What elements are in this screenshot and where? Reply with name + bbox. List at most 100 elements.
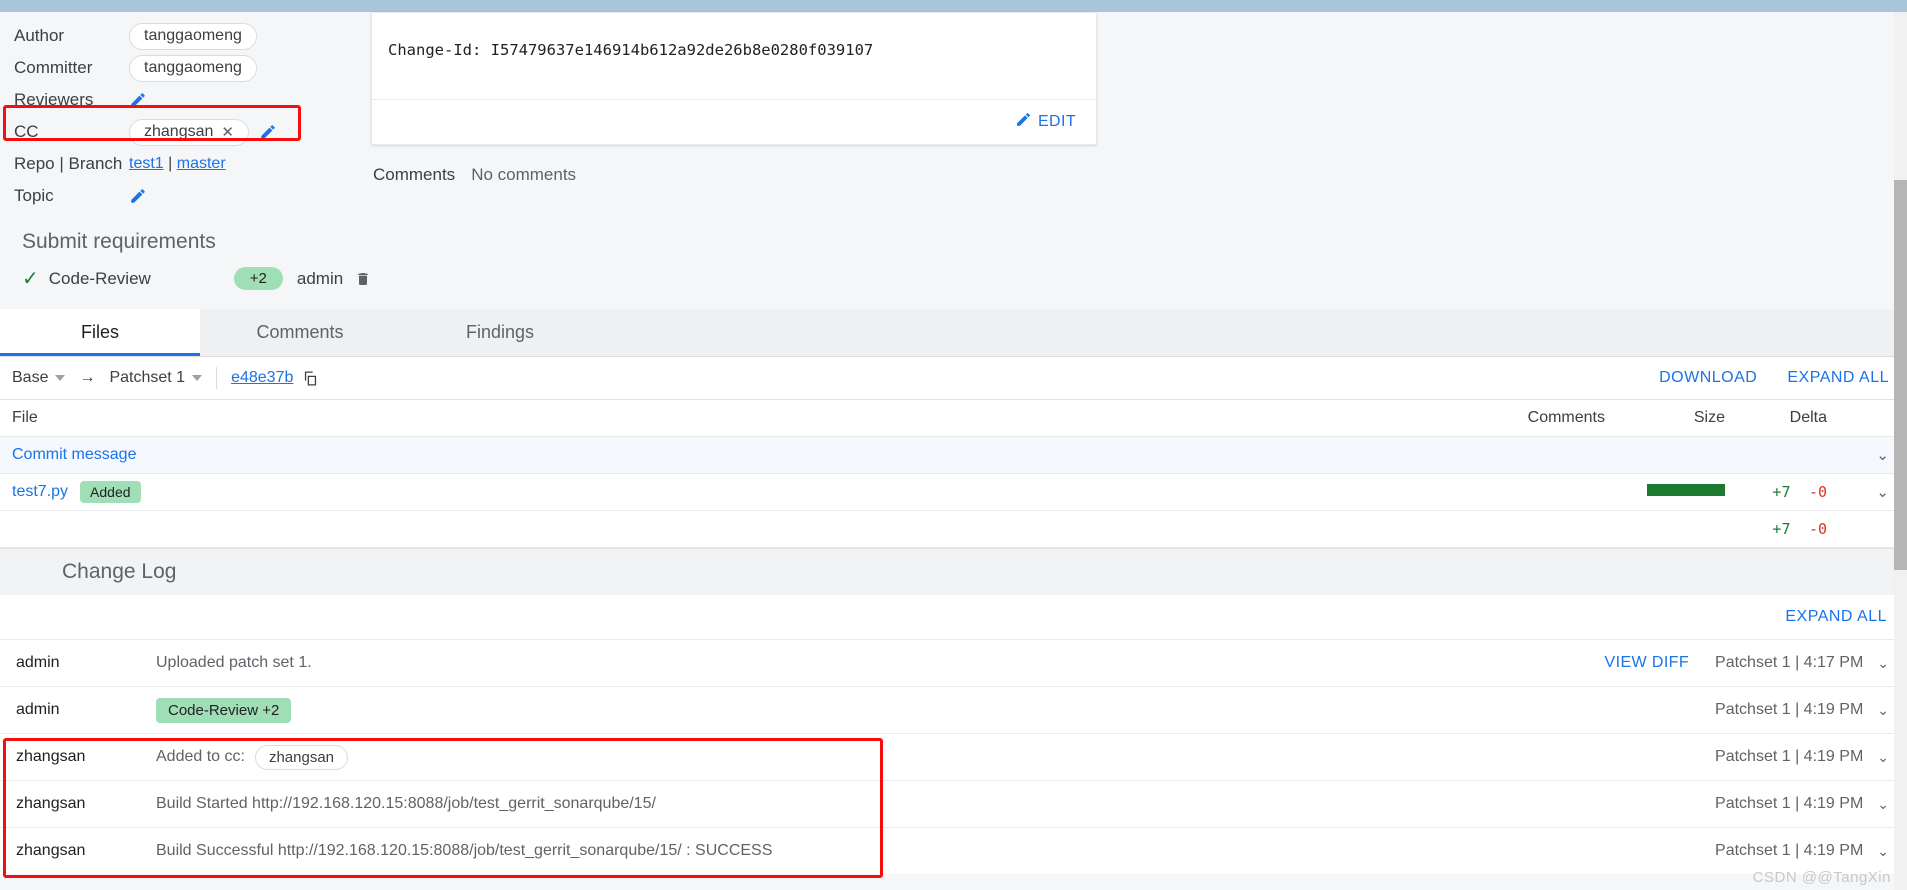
comments-label: Comments bbox=[373, 165, 456, 184]
requirement-name: Code-Review bbox=[48, 268, 151, 288]
table-row[interactable]: Commit message ⌄ bbox=[0, 437, 1907, 474]
remove-cc-icon[interactable]: ✕ bbox=[221, 125, 234, 140]
submit-requirement-code-review: ✓ Code-Review +2 admin bbox=[22, 266, 1907, 291]
watermark: CSDN @@TangXin bbox=[1752, 869, 1891, 886]
author-chip[interactable]: tanggaomeng bbox=[129, 22, 257, 50]
submit-requirements-title: Submit requirements bbox=[22, 230, 216, 253]
list-item[interactable]: admin Uploaded patch set 1. VIEW DIFF Pa… bbox=[0, 639, 1907, 686]
metadata-row-topic: Topic bbox=[14, 180, 355, 212]
tab-findings-label: Findings bbox=[465, 322, 535, 342]
page-scrollbar[interactable] bbox=[1894, 12, 1907, 890]
log-user: zhangsan bbox=[16, 842, 86, 859]
chevron-down-icon[interactable]: ⌄ bbox=[1877, 702, 1889, 719]
metadata-row-reviewers: Reviewers bbox=[14, 84, 355, 116]
file-link-test7[interactable]: test7.py bbox=[12, 483, 68, 501]
header-comments: Comments bbox=[1527, 409, 1605, 426]
metadata-row-author: Author tanggaomeng bbox=[14, 20, 355, 52]
log-message: Build Successful http://192.168.120.15:8… bbox=[156, 842, 773, 859]
base-select[interactable]: Base bbox=[12, 369, 66, 387]
total-lines-added: +7 bbox=[1772, 519, 1791, 538]
scrollbar-thumb[interactable] bbox=[1894, 180, 1907, 570]
log-patchset-time: Patchset 1 | 4:17 PM bbox=[1715, 654, 1864, 671]
edit-commit-message-button[interactable]: EDIT bbox=[1015, 111, 1076, 133]
file-table-header: File Comments Size Delta bbox=[0, 400, 1907, 437]
log-patchset-time: Patchset 1 | 4:19 PM bbox=[1715, 795, 1864, 812]
expand-all-files-button[interactable]: EXPAND ALL bbox=[1787, 369, 1889, 387]
metadata-row-committer: Committer tanggaomeng bbox=[14, 52, 355, 84]
log-user: admin bbox=[16, 654, 60, 671]
tab-comments-label: Comments bbox=[256, 322, 344, 342]
expand-row-chevron-icon[interactable]: ⌄ bbox=[1835, 446, 1889, 464]
tab-files-label: Files bbox=[80, 322, 119, 342]
repo-branch-label: Repo | Branch bbox=[14, 154, 123, 173]
commit-message-link[interactable]: Commit message bbox=[12, 446, 136, 464]
copy-icon[interactable] bbox=[302, 370, 319, 387]
list-item[interactable]: admin Code-Review +2 Patchset 1 | 4:19 P… bbox=[0, 686, 1907, 733]
committer-name: tanggaomeng bbox=[144, 59, 242, 76]
total-lines-removed: -0 bbox=[1808, 519, 1827, 538]
committer-chip[interactable]: tanggaomeng bbox=[129, 54, 257, 82]
vote-badge[interactable]: +2 bbox=[233, 267, 283, 290]
log-right: Patchset 1 | 4:19 PM ⌄ bbox=[1559, 701, 1889, 719]
log-patchset-time: Patchset 1 | 4:19 PM bbox=[1715, 748, 1864, 765]
patchset-actions: DOWNLOAD EXPAND ALL bbox=[1659, 369, 1889, 387]
commit-comments-summary: Comments No comments bbox=[371, 165, 1097, 185]
header-file: File bbox=[12, 409, 38, 426]
divider bbox=[216, 367, 218, 389]
list-item[interactable]: zhangsan Added to cc: zhangsan Patchset … bbox=[0, 733, 1907, 780]
metadata-row-repo-branch: Repo | Branch test1 | master bbox=[14, 148, 355, 180]
metadata-row-cc: CC zhangsan ✕ bbox=[14, 116, 355, 148]
branch-link[interactable]: master bbox=[177, 155, 226, 172]
view-diff-button[interactable]: VIEW DIFF bbox=[1605, 654, 1689, 672]
edit-topic-pencil-icon[interactable] bbox=[129, 187, 147, 205]
size-cell bbox=[1605, 483, 1725, 501]
repo-link[interactable]: test1 bbox=[129, 155, 164, 172]
log-message: Uploaded patch set 1. bbox=[156, 654, 312, 671]
list-item[interactable]: zhangsan Build Successful http://192.168… bbox=[0, 827, 1907, 874]
tab-findings[interactable]: Findings bbox=[400, 309, 600, 356]
chevron-down-icon bbox=[55, 375, 66, 381]
log-right: Patchset 1 | 4:19 PM ⌄ bbox=[1559, 795, 1889, 813]
lines-added: +7 bbox=[1772, 482, 1791, 501]
download-button[interactable]: DOWNLOAD bbox=[1659, 369, 1757, 387]
author-name: tanggaomeng bbox=[144, 27, 242, 44]
expand-all-log-button[interactable]: EXPAND ALL bbox=[1785, 608, 1887, 626]
change-tabs: Files Comments Findings bbox=[0, 309, 1907, 357]
cc-chip-zhangsan[interactable]: zhangsan ✕ bbox=[129, 118, 249, 146]
submit-requirements-section: Submit requirements ✓ Code-Review +2 adm… bbox=[0, 224, 1907, 309]
log-right: VIEW DIFF Patchset 1 | 4:17 PM ⌄ bbox=[1559, 654, 1889, 672]
chevron-down-icon[interactable]: ⌄ bbox=[1877, 796, 1889, 813]
chevron-down-icon bbox=[192, 375, 203, 381]
log-message-wrap: Added to cc: zhangsan bbox=[156, 744, 1559, 770]
commit-message-text: Change-Id: I57479637e146914b612a92de26b8… bbox=[388, 41, 874, 59]
log-message-wrap: Code-Review +2 bbox=[156, 697, 1559, 723]
delete-vote-trash-icon[interactable] bbox=[355, 270, 371, 288]
edit-cc-pencil-icon[interactable] bbox=[259, 123, 277, 141]
tab-files[interactable]: Files bbox=[0, 309, 200, 356]
cc-label: CC bbox=[14, 122, 39, 141]
list-item[interactable]: zhangsan Build Started http://192.168.12… bbox=[0, 780, 1907, 827]
base-label: Base bbox=[12, 369, 49, 386]
lines-removed: -0 bbox=[1808, 482, 1827, 501]
patchset-select[interactable]: Patchset 1 bbox=[109, 369, 203, 387]
repo-branch-separator: | bbox=[168, 155, 173, 172]
header-delta: Delta bbox=[1789, 409, 1827, 426]
log-patchset-time: Patchset 1 | 4:19 PM bbox=[1715, 701, 1864, 718]
table-row[interactable]: test7.py Added +7 -0 ⌄ bbox=[0, 474, 1907, 511]
chevron-down-icon[interactable]: ⌄ bbox=[1877, 749, 1889, 766]
commit-message-card: Change-Id: I57479637e146914b612a92de26b8… bbox=[371, 12, 1097, 145]
cc-name: zhangsan bbox=[144, 123, 214, 140]
chevron-down-icon[interactable]: ⌄ bbox=[1877, 655, 1889, 672]
edit-reviewers-pencil-icon[interactable] bbox=[129, 91, 147, 109]
patchset-label: Patchset 1 bbox=[109, 369, 186, 386]
size-bar bbox=[1647, 484, 1725, 496]
status-badge: Added bbox=[80, 481, 141, 503]
commit-hash-link[interactable]: e48e37b bbox=[231, 369, 293, 387]
chevron-down-icon[interactable]: ⌄ bbox=[1877, 843, 1889, 860]
committer-label: Committer bbox=[14, 58, 93, 77]
tab-comments[interactable]: Comments bbox=[200, 309, 400, 356]
commit-message-footer: EDIT bbox=[372, 99, 1096, 144]
log-user: admin bbox=[16, 701, 60, 718]
file-list-table: File Comments Size Delta Commit message … bbox=[0, 399, 1907, 548]
expand-row-chevron-icon[interactable]: ⌄ bbox=[1835, 483, 1889, 501]
